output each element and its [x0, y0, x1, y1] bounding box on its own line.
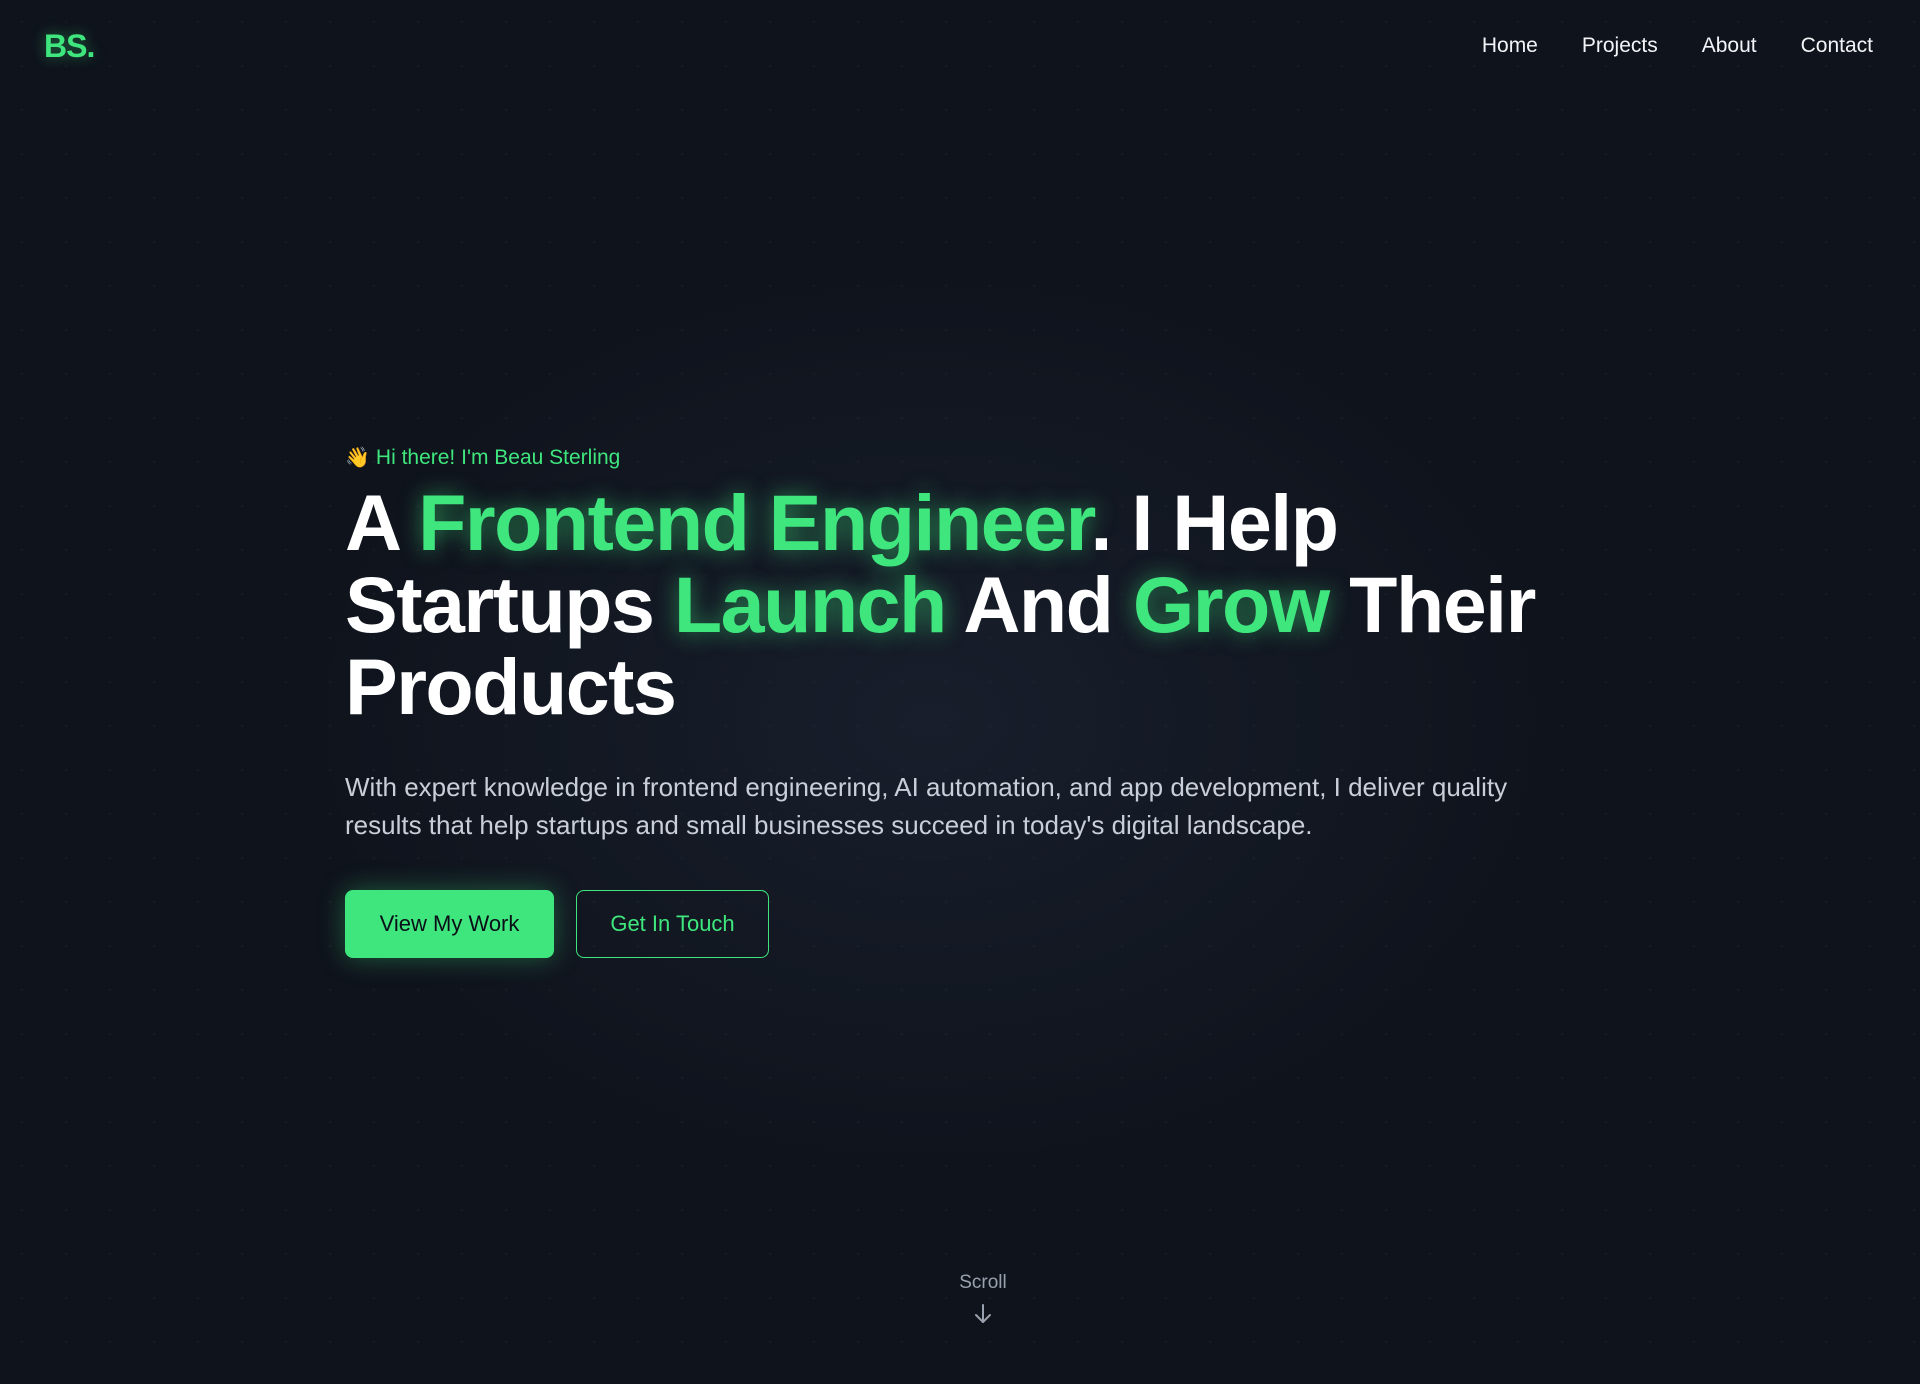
headline-accent-frontend-engineer: Frontend Engineer	[418, 478, 1092, 567]
arrow-down-icon	[975, 1304, 991, 1323]
scroll-indicator[interactable]: Scroll	[940, 1272, 1026, 1326]
headline-accent-launch: Launch	[673, 560, 947, 649]
logo[interactable]: BS.	[44, 28, 95, 65]
nav-about-link[interactable]: About	[1702, 34, 1757, 58]
hero-section: 👋 Hi there! I'm Beau Sterling A Frontend…	[345, 442, 1595, 958]
nav-projects-link[interactable]: Projects	[1582, 34, 1658, 58]
nav-contact-link[interactable]: Contact	[1801, 34, 1873, 58]
headline-text-3: And	[945, 560, 1133, 649]
waving-hand-icon: 👋	[345, 447, 370, 469]
greeting: 👋 Hi there! I'm Beau Sterling	[345, 442, 1595, 474]
hero-actions: View My Work Get In Touch	[345, 890, 1595, 958]
hero-headline: A Frontend Engineer. I Help Startups Lau…	[345, 482, 1595, 728]
headline-text-1: A	[345, 478, 419, 567]
main-nav: Home Projects About Contact	[1482, 34, 1873, 58]
site-header: BS. Home Projects About Contact	[0, 0, 1920, 92]
greeting-text: Hi there! I'm Beau Sterling	[375, 446, 621, 469]
nav-home-link[interactable]: Home	[1482, 34, 1538, 58]
scroll-label: Scroll	[959, 1272, 1007, 1293]
headline-accent-grow: Grow	[1132, 560, 1330, 649]
view-my-work-button[interactable]: View My Work	[345, 890, 554, 958]
hero-description: With expert knowledge in frontend engine…	[345, 772, 1508, 840]
get-in-touch-button[interactable]: Get In Touch	[576, 890, 769, 958]
